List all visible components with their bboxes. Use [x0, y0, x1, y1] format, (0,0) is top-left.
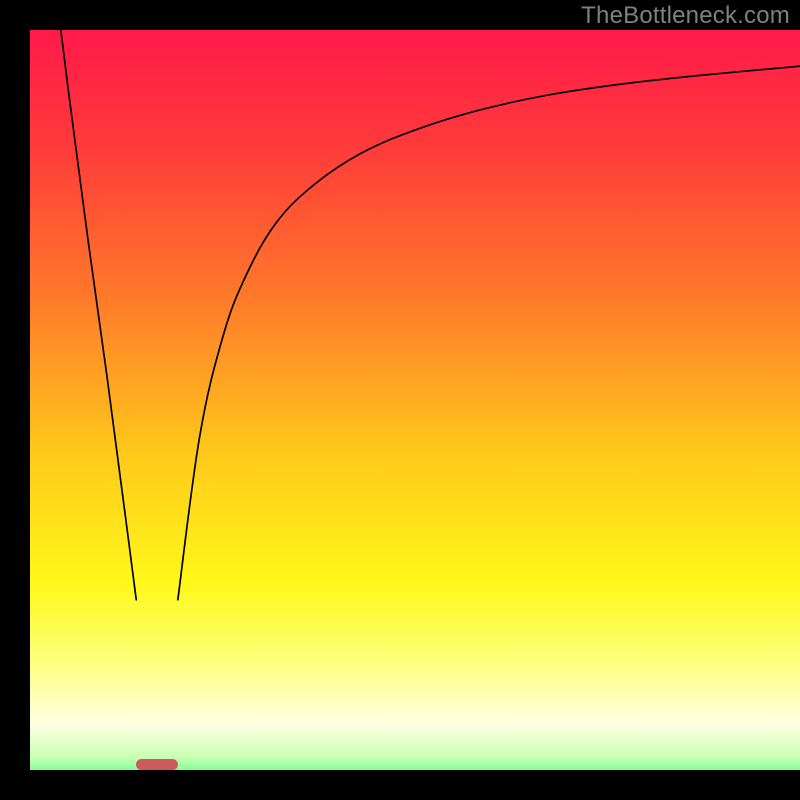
watermark-text: TheBottleneck.com — [581, 2, 790, 30]
left-limb-curve — [61, 30, 136, 600]
curve-layer — [30, 30, 800, 770]
plot-area — [30, 30, 800, 770]
right-limb-curve — [178, 66, 800, 600]
chart-frame: TheBottleneck.com — [0, 0, 800, 800]
bottleneck-marker — [136, 759, 178, 770]
